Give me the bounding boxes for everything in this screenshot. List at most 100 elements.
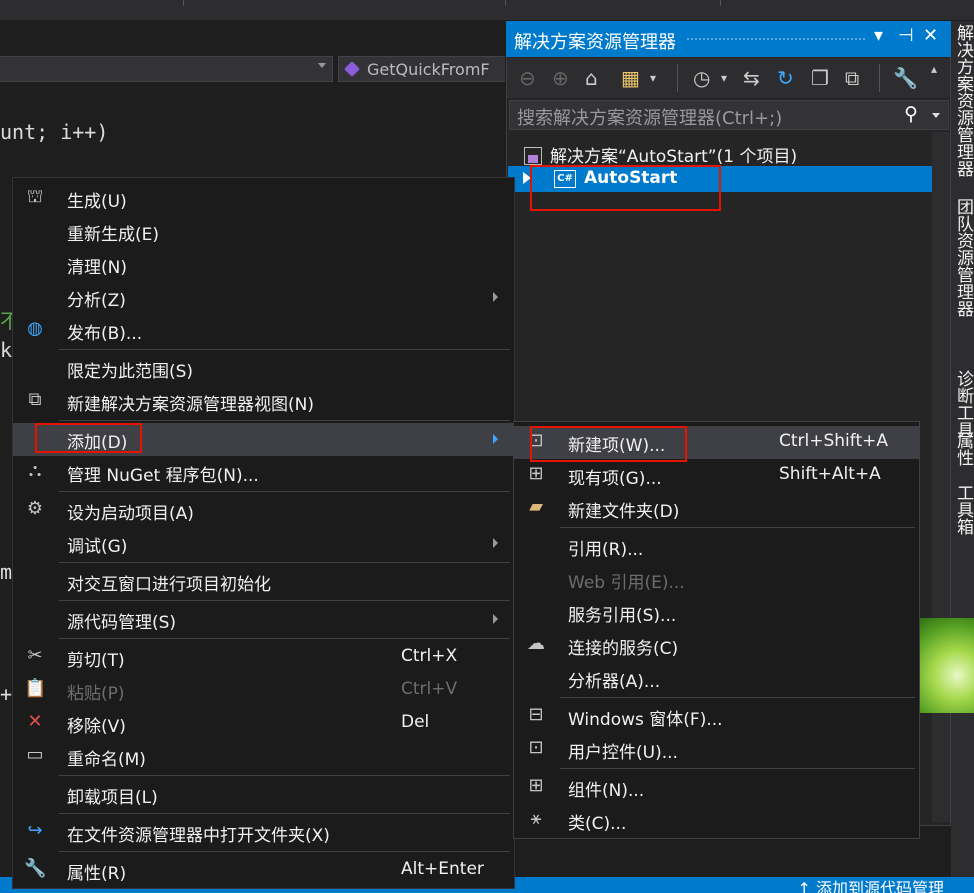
drag-handle[interactable] — [686, 37, 866, 41]
tab-toolbox[interactable]: 工具箱 — [951, 484, 974, 535]
chevron-up-icon[interactable]: ▴ — [931, 62, 937, 76]
menu-item-windows-form[interactable]: ⊟ Windows 窗体(F)... — [514, 700, 919, 733]
back-icon[interactable]: ⊖ — [519, 66, 536, 90]
chevron-down-icon — [318, 63, 326, 68]
menu-item-set-startup[interactable]: ⚙ 设为启动项目(A) — [13, 494, 514, 527]
search-placeholder: 搜索解决方案资源管理器(Ctrl+;) — [517, 108, 783, 129]
menu-item-clean[interactable]: 清理(N) — [13, 248, 514, 281]
search-options-dropdown[interactable] — [932, 113, 940, 118]
menu-item-label: 移除(V) — [67, 717, 126, 737]
menu-separator — [59, 562, 510, 563]
tab-separator — [720, 0, 721, 6]
refresh-arrow-icon: ↪ — [27, 820, 43, 841]
menu-separator — [560, 768, 915, 769]
menu-item-init-interactive[interactable]: 对交互窗口进行项目初始化 — [13, 565, 514, 598]
folder-icon: ▰ — [529, 496, 543, 517]
chevron-down-icon[interactable]: ▾ — [721, 71, 727, 85]
menu-item-component[interactable]: ⊞ 组件(N)... — [514, 771, 919, 804]
menu-item-remove[interactable]: ✕ 移除(V) Del — [13, 707, 514, 740]
pending-changes-filter-icon[interactable]: ◷ — [693, 66, 710, 90]
collapse-all-icon[interactable]: ❐ — [811, 66, 829, 90]
menu-item-new-explorer-view[interactable]: ⧉ 新建解决方案资源管理器视图(N) — [13, 385, 514, 418]
show-all-files-icon[interactable]: ⧉ — [845, 66, 859, 90]
menu-item-web-reference[interactable]: Web 引用(E)... — [514, 563, 919, 596]
paste-icon: 📋 — [24, 678, 47, 699]
menu-item-label: 现有项(G)... — [568, 469, 662, 489]
menu-item-reference[interactable]: 引用(R)... — [514, 530, 919, 563]
scissors-icon: ✂ — [27, 645, 43, 666]
menu-item-label: 调试(G) — [67, 537, 128, 557]
scrollbar[interactable] — [932, 132, 950, 822]
forward-icon[interactable]: ⊕ — [552, 66, 569, 90]
menu-item-label: 重新生成(E) — [67, 225, 160, 245]
menu-item-publish[interactable]: ◍ 发布(B)... — [13, 314, 514, 347]
menu-item-debug[interactable]: 调试(G) — [13, 527, 514, 560]
new-view-icon: ⧉ — [28, 389, 42, 410]
member-navigation-dropdown[interactable]: GetQuickFromF — [338, 56, 505, 82]
pin-icon[interactable]: ⊣ — [898, 25, 914, 46]
tab-diagnostic-tools[interactable]: 诊断工具 — [951, 370, 974, 438]
solution-explorer-search[interactable]: 搜索解决方案资源管理器(Ctrl+;) ⚲ — [509, 100, 949, 130]
menu-item-label: 用户控件(U)... — [568, 743, 678, 763]
wrench-icon[interactable]: 🔧 — [893, 66, 918, 90]
menu-item-label: 连接的服务(C) — [568, 639, 679, 659]
menu-item-shortcut: Ctrl+X — [401, 646, 458, 666]
menu-item-manage-nuget[interactable]: ⛬ 管理 NuGet 程序包(N)... — [13, 456, 514, 489]
menu-separator — [59, 349, 510, 350]
menu-item-unload-project[interactable]: 卸载项目(L) — [13, 778, 514, 811]
menu-item-build[interactable]: ⛫ 生成(U) — [13, 182, 514, 215]
menu-item-service-reference[interactable]: 服务引用(S)... — [514, 596, 919, 629]
menu-item-shortcut: Alt+Enter — [401, 859, 484, 879]
method-icon — [344, 61, 360, 77]
menu-item-label: 卸载项目(L) — [67, 788, 158, 808]
window-position-dropdown[interactable]: ▾ — [874, 25, 883, 46]
tree-item-solution[interactable]: 解决方案“AutoStart”(1 个项目) — [524, 142, 797, 167]
menu-item-properties[interactable]: 🔧 属性(R) Alt+Enter — [13, 854, 514, 887]
menu-item-label: 设为启动项目(A) — [67, 504, 194, 524]
chevron-down-icon[interactable]: ▾ — [650, 71, 656, 85]
build-icon: ⛫ — [26, 186, 44, 207]
menu-item-paste[interactable]: 📋 粘贴(P) Ctrl+V — [13, 674, 514, 707]
class-icon: ⚹ — [530, 808, 542, 829]
tab-properties[interactable]: 属性 — [951, 432, 974, 466]
menu-item-user-control[interactable]: ⊡ 用户控件(U)... — [514, 733, 919, 766]
type-navigation-dropdown[interactable] — [0, 56, 333, 82]
search-icon[interactable]: ⚲ — [904, 103, 918, 125]
menu-item-existing-item[interactable]: ⊞ 现有项(G)... Shift+Alt+A — [514, 459, 919, 492]
menu-item-label: 新建解决方案资源管理器视图(N) — [67, 395, 314, 415]
menu-item-cut[interactable]: ✂ 剪切(T) Ctrl+X — [13, 641, 514, 674]
menu-item-label: 生成(U) — [67, 192, 127, 212]
menu-item-label: 在文件资源管理器中打开文件夹(X) — [67, 826, 330, 846]
menu-item-scope-to-this[interactable]: 限定为此范围(S) — [13, 352, 514, 385]
menu-item-open-in-explorer[interactable]: ↪ 在文件资源管理器中打开文件夹(X) — [13, 816, 514, 849]
highlight-box — [530, 165, 721, 211]
menu-separator — [560, 527, 915, 528]
menu-item-analyze[interactable]: 分析(Z) — [13, 281, 514, 314]
menu-item-rename[interactable]: ▭ 重命名(M) — [13, 740, 514, 773]
menu-item-connected-services[interactable]: ☁ 连接的服务(C) — [514, 629, 919, 662]
close-icon[interactable]: ✕ — [923, 25, 938, 46]
menu-item-analyzer[interactable]: 分析器(A)... — [514, 662, 919, 695]
menu-item-label: 对交互窗口进行项目初始化 — [67, 575, 271, 595]
member-navigation-label: GetQuickFromF — [367, 60, 490, 79]
sync-icon[interactable]: ⇆ — [743, 66, 760, 90]
refresh-icon[interactable]: ↻ — [777, 66, 794, 90]
tab-team-explorer[interactable]: 团队资源管理器 — [951, 198, 974, 317]
menu-item-class[interactable]: ⚹ 类(C)... — [514, 804, 919, 837]
menu-item-label: 粘贴(P) — [67, 684, 125, 704]
add-submenu: ⊡ 新建项(W)... Ctrl+Shift+A ⊞ 现有项(G)... Shi… — [513, 421, 920, 839]
switch-views-icon[interactable]: ▦ — [621, 66, 640, 90]
menu-separator — [59, 638, 510, 639]
menu-separator — [560, 697, 915, 698]
remove-icon: ✕ — [27, 711, 43, 732]
menu-item-new-folder[interactable]: ▰ 新建文件夹(D) — [514, 492, 919, 525]
menu-item-label: 分析器(A)... — [568, 672, 661, 692]
menu-item-rebuild[interactable]: 重新生成(E) — [13, 215, 514, 248]
menu-item-shortcut: Shift+Alt+A — [779, 464, 881, 484]
menu-item-shortcut: Del — [401, 712, 430, 732]
menu-separator — [59, 491, 510, 492]
menu-item-source-control[interactable]: 源代码管理(S) — [13, 603, 514, 636]
home-icon[interactable]: ⌂ — [585, 66, 598, 90]
tab-solution-explorer[interactable]: 解决方案资源管理器 — [951, 24, 974, 177]
add-to-source-control-button[interactable]: ↑ 添加到源代码管理 — [798, 875, 945, 893]
